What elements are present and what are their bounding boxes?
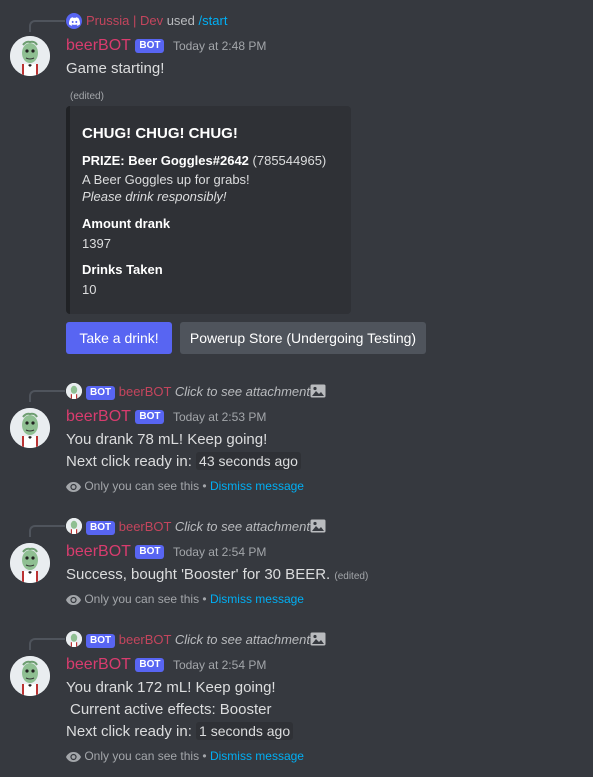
username[interactable]: beerBOT <box>66 656 131 673</box>
dismiss-message-link[interactable]: Dismiss message <box>210 749 304 763</box>
bot-tag: BOT <box>135 544 165 559</box>
message-content: Next click ready in: 43 seconds ago <box>66 452 301 470</box>
eye-icon <box>66 481 81 492</box>
prize-id: (785544965) <box>252 153 327 168</box>
ephemeral-note: Only you can see this • Dismiss message <box>66 592 304 606</box>
reply-verb: used <box>166 13 195 28</box>
reply-avatar[interactable] <box>66 631 82 647</box>
embed: CHUG! CHUG! CHUG! PRIZE: Beer Goggles#26… <box>66 106 351 314</box>
field-name: Amount drank <box>82 216 171 231</box>
reply-connector <box>29 638 65 650</box>
embed-line: A Beer Goggles up for grabs! <box>82 172 250 187</box>
image-icon <box>310 519 326 533</box>
reply-username[interactable]: Prussia | Dev <box>86 13 163 28</box>
embed-title: CHUG! CHUG! CHUG! <box>82 125 238 142</box>
edited-label: (edited) <box>70 91 104 102</box>
reply-username[interactable]: beerBOT <box>119 519 172 534</box>
embed-prize: PRIZE: Beer Goggles#2642 (785544965) <box>82 153 326 168</box>
eye-icon <box>66 594 81 605</box>
reply-attachment-text[interactable]: Click to see attachment <box>175 519 310 534</box>
message-content: Game starting! <box>66 60 165 77</box>
ephemeral-text: Only you can see this • <box>84 479 207 493</box>
field-name: Drinks Taken <box>82 262 163 277</box>
timestamp[interactable]: Today at 2:54 PM <box>173 658 266 672</box>
message-header: beerBOT BOT Today at 2:53 PM <box>66 408 266 426</box>
username[interactable]: beerBOT <box>66 37 131 54</box>
bot-tag: BOT <box>86 385 116 400</box>
dismiss-message-link[interactable]: Dismiss message <box>210 479 304 493</box>
bot-tag: BOT <box>135 657 165 672</box>
inline-code: 1 seconds ago <box>196 722 294 740</box>
reply-username[interactable]: beerBOT <box>119 632 172 647</box>
username[interactable]: beerBOT <box>66 543 131 560</box>
ephemeral-text: Only you can see this • <box>84 749 207 763</box>
inline-code: 43 seconds ago <box>196 452 301 470</box>
bot-tag: BOT <box>86 520 116 535</box>
discord-icon <box>66 13 82 29</box>
powerup-store-button[interactable]: Powerup Store (Undergoing Testing) <box>180 322 426 354</box>
reply-reference[interactable]: BOT beerBOT Click to see attachment <box>86 384 310 400</box>
reply-command[interactable]: /start <box>199 13 228 28</box>
dismiss-message-link[interactable]: Dismiss message <box>210 592 304 606</box>
eye-icon <box>66 751 81 762</box>
reply-reference[interactable]: BOT beerBOT Click to see attachment <box>86 632 310 648</box>
message-text: Next click ready in: <box>66 723 192 740</box>
username[interactable]: beerBOT <box>66 408 131 425</box>
timestamp[interactable]: Today at 2:48 PM <box>173 39 266 53</box>
ephemeral-note: Only you can see this • Dismiss message <box>66 479 304 493</box>
avatar[interactable] <box>10 408 50 448</box>
reply-avatar[interactable] <box>66 383 82 399</box>
reply-attachment-text[interactable]: Click to see attachment <box>175 632 310 647</box>
bot-tag: BOT <box>86 633 116 648</box>
bot-tag: BOT <box>135 409 165 424</box>
field-value: 1397 <box>82 236 111 251</box>
reply-reference[interactable]: BOT beerBOT Click to see attachment <box>86 519 310 535</box>
message-content: You drank 172 mL! Keep going! <box>66 679 276 696</box>
prize-label: PRIZE: Beer Goggles#2642 <box>82 153 249 168</box>
message-content: You drank 78 mL! Keep going! <box>66 431 268 448</box>
embed-line-italic: Please drink responsibly! <box>82 189 227 204</box>
message-text: Success, bought 'Booster' for 30 BEER. <box>66 566 331 583</box>
message-content: Next click ready in: 1 seconds ago <box>66 722 294 740</box>
field-value: 10 <box>82 282 97 297</box>
ephemeral-note: Only you can see this • Dismiss message <box>66 749 304 763</box>
avatar[interactable] <box>10 543 50 583</box>
reply-attachment-text[interactable]: Click to see attachment <box>175 384 310 399</box>
ephemeral-text: Only you can see this • <box>84 592 207 606</box>
message-header: beerBOT BOT Today at 2:54 PM <box>66 656 266 674</box>
timestamp[interactable]: Today at 2:53 PM <box>173 410 266 424</box>
message-header: beerBOT BOT Today at 2:48 PM <box>66 37 266 55</box>
avatar[interactable] <box>10 656 50 696</box>
reply-username[interactable]: beerBOT <box>119 384 172 399</box>
reply-reference[interactable]: Prussia | Dev used /start <box>86 13 227 28</box>
message-text: Next click ready in: <box>66 453 192 470</box>
message-header: beerBOT BOT Today at 2:54 PM <box>66 543 266 561</box>
image-icon <box>310 384 326 398</box>
message-content: Current active effects: Booster <box>70 701 272 718</box>
timestamp[interactable]: Today at 2:54 PM <box>173 545 266 559</box>
reply-connector <box>29 525 65 537</box>
image-icon <box>310 632 326 646</box>
take-drink-button[interactable]: Take a drink! <box>66 322 172 354</box>
reply-connector <box>29 20 65 32</box>
edited-label: (edited) <box>334 571 369 582</box>
bot-tag: BOT <box>135 38 165 53</box>
message-content: Success, bought 'Booster' for 30 BEER. (… <box>66 566 368 583</box>
avatar[interactable] <box>10 36 50 76</box>
reply-connector <box>29 390 65 402</box>
reply-avatar[interactable] <box>66 518 82 534</box>
